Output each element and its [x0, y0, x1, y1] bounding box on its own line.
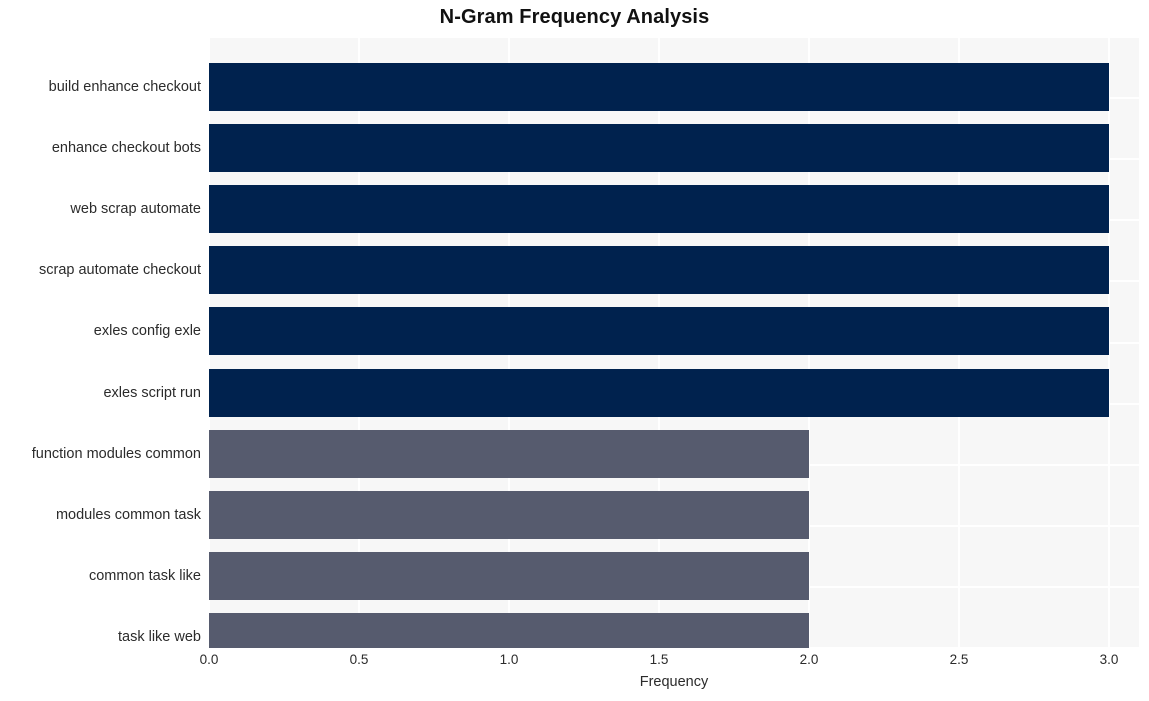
y-axis-tick-label: build enhance checkout: [48, 79, 201, 95]
y-axis-tick-label: common task like: [88, 567, 201, 584]
bar: [209, 368, 1109, 417]
x-axis-tick-label: 1.0: [499, 652, 519, 667]
y-axis-tick-label: task like web: [117, 628, 201, 645]
bar: [209, 429, 809, 478]
x-axis-tick-label: 2.0: [799, 652, 819, 667]
y-axis-tick-label: web scrap automate: [70, 201, 201, 218]
x-axis-tick-label: 1.5: [649, 652, 669, 667]
bar: [209, 246, 1109, 295]
bar: [209, 490, 809, 539]
x-axis-tick-label: 3.0: [1099, 652, 1119, 667]
x-axis-tick-labels: 0.0 0.5 1.0 1.5 2.0 2.5 3.0: [200, 652, 1139, 672]
gridline-horizontal: [209, 37, 1139, 38]
bar: [209, 551, 809, 600]
y-axis-tick-label: scrap automate checkout: [38, 262, 201, 279]
plot-area: [209, 37, 1139, 648]
y-axis-tick-labels: build enhance checkout enhance checkout b…: [0, 37, 201, 648]
y-axis-tick-label: exles script run: [103, 384, 201, 401]
bar: [209, 124, 1109, 173]
x-axis-title: Frequency: [639, 674, 709, 690]
bar: [209, 185, 1109, 234]
x-axis-tick-label: 2.5: [949, 652, 969, 667]
chart-title: N-Gram Frequency Analysis: [439, 6, 710, 28]
x-axis-tick-label: 0.5: [349, 652, 369, 667]
y-axis-tick-label: enhance checkout bots: [51, 140, 201, 157]
bar: [209, 63, 1109, 111]
chart-figure: N-Gram Frequency Analysis build enhance …: [0, 0, 1149, 701]
bar: [209, 612, 809, 648]
bar: [209, 307, 1109, 356]
y-axis-tick-label: function modules common: [31, 445, 201, 462]
y-axis-tick-label: exles config exle: [93, 323, 201, 340]
x-axis-tick-label: 0.0: [199, 652, 219, 667]
y-axis-tick-label: modules common task: [55, 506, 201, 523]
